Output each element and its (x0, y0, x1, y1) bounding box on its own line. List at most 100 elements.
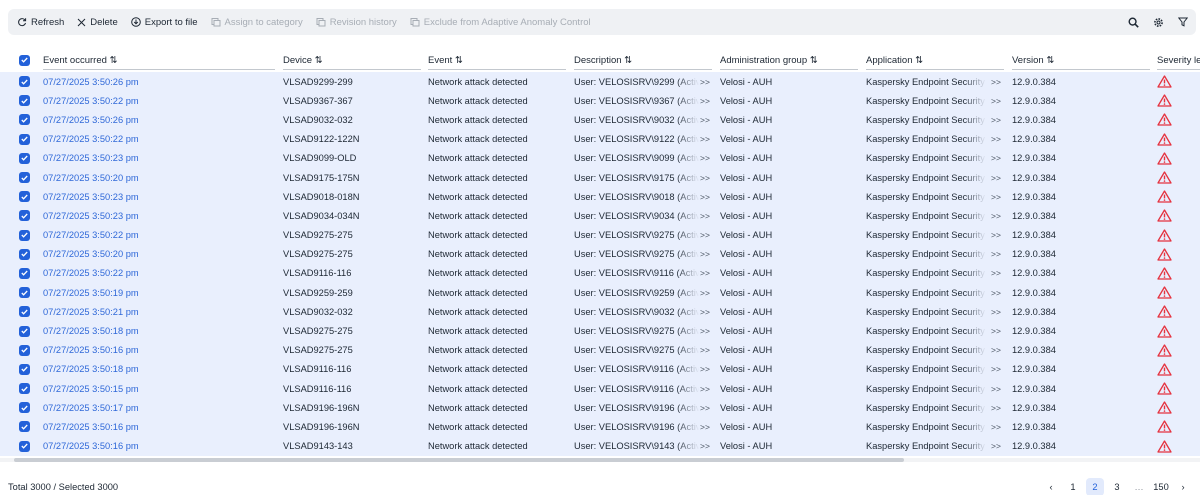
filter-icon[interactable] (1178, 17, 1188, 27)
expand-application-button[interactable]: >> (991, 417, 1005, 436)
expand-description-button[interactable]: >> (700, 187, 714, 206)
event-time-link[interactable]: 07/27/2025 3:50:16 pm (43, 341, 273, 360)
row-checkbox[interactable] (17, 417, 31, 436)
exclude-aac-button[interactable]: Exclude from Adaptive Anomaly Control (410, 17, 591, 28)
table-row[interactable]: 07/27/2025 3:50:22 pm VLSAD9367-367 Networ… (0, 91, 1200, 111)
event-time-link[interactable]: 07/27/2025 3:50:23 pm (43, 206, 273, 225)
expand-application-button[interactable]: >> (991, 245, 1005, 264)
prev-page-button[interactable]: ‹ (1042, 478, 1060, 495)
expand-application-button[interactable]: >> (991, 321, 1005, 340)
expand-description-button[interactable]: >> (700, 398, 714, 417)
expand-description-button[interactable]: >> (700, 379, 714, 398)
expand-description-button[interactable]: >> (700, 437, 714, 456)
page-1[interactable]: 1 (1064, 478, 1082, 495)
search-icon[interactable] (1128, 16, 1139, 28)
next-page-button[interactable]: › (1174, 478, 1192, 495)
expand-description-button[interactable]: >> (700, 226, 714, 245)
table-row[interactable]: 07/27/2025 3:50:17 pm VLSAD9196-196N Netwo… (0, 398, 1200, 418)
expand-description-button[interactable]: >> (700, 302, 714, 321)
row-checkbox[interactable] (17, 187, 31, 206)
expand-description-button[interactable]: >> (700, 264, 714, 283)
table-row[interactable]: 07/27/2025 3:50:16 pm VLSAD9143-143 Networ… (0, 436, 1200, 456)
event-time-link[interactable]: 07/27/2025 3:50:26 pm (43, 110, 273, 129)
table-row[interactable]: 07/27/2025 3:50:26 pm VLSAD9032-032 Networ… (0, 110, 1200, 130)
expand-application-button[interactable]: >> (991, 226, 1005, 245)
row-checkbox[interactable] (17, 168, 31, 187)
page-3[interactable]: 3 (1108, 478, 1126, 495)
event-time-link[interactable]: 07/27/2025 3:50:17 pm (43, 398, 273, 417)
expand-description-button[interactable]: >> (700, 206, 714, 225)
row-checkbox[interactable] (17, 226, 31, 245)
row-checkbox[interactable] (17, 72, 31, 91)
table-row[interactable]: 07/27/2025 3:50:23 pm VLSAD9034-034N Netwo… (0, 206, 1200, 226)
expand-application-button[interactable]: >> (991, 110, 1005, 129)
page-150[interactable]: 150 (1152, 478, 1170, 495)
table-row[interactable]: 07/27/2025 3:50:23 pm VLSAD9099-OLD Networ… (0, 148, 1200, 168)
expand-application-button[interactable]: >> (991, 206, 1005, 225)
event-time-link[interactable]: 07/27/2025 3:50:22 pm (43, 226, 273, 245)
expand-description-button[interactable]: >> (700, 91, 714, 110)
expand-application-button[interactable]: >> (991, 264, 1005, 283)
expand-description-button[interactable]: >> (700, 130, 714, 149)
row-checkbox[interactable] (17, 398, 31, 417)
expand-application-button[interactable]: >> (991, 379, 1005, 398)
event-time-link[interactable]: 07/27/2025 3:50:20 pm (43, 245, 273, 264)
expand-application-button[interactable]: >> (991, 341, 1005, 360)
table-row[interactable]: 07/27/2025 3:50:22 pm VLSAD9122-122N Netwo… (0, 129, 1200, 149)
export-button[interactable]: Export to file (130, 17, 198, 28)
expand-application-button[interactable]: >> (991, 437, 1005, 456)
table-row[interactable]: 07/27/2025 3:50:22 pm VLSAD9116-116 Networ… (0, 263, 1200, 284)
table-row[interactable]: 07/27/2025 3:50:26 pm VLSAD9299-299 Networ… (0, 72, 1200, 92)
table-row[interactable]: 07/27/2025 3:50:22 pm VLSAD9275-275 Networ… (0, 225, 1200, 245)
event-time-link[interactable]: 07/27/2025 3:50:22 pm (43, 130, 273, 149)
row-checkbox[interactable] (17, 110, 31, 129)
event-time-link[interactable]: 07/27/2025 3:50:23 pm (43, 149, 273, 168)
expand-application-button[interactable]: >> (991, 72, 1005, 91)
table-row[interactable]: 07/27/2025 3:50:15 pm VLSAD9116-116 Networ… (0, 379, 1200, 399)
event-time-link[interactable]: 07/27/2025 3:50:16 pm (43, 437, 273, 456)
expand-application-button[interactable]: >> (991, 302, 1005, 321)
row-checkbox[interactable] (17, 264, 31, 283)
row-checkbox[interactable] (17, 130, 31, 149)
row-checkbox[interactable] (17, 379, 31, 398)
scrollbar-thumb[interactable] (14, 458, 904, 462)
row-checkbox[interactable] (17, 149, 31, 168)
expand-application-button[interactable]: >> (991, 149, 1005, 168)
event-time-link[interactable]: 07/27/2025 3:50:22 pm (43, 264, 273, 283)
event-time-link[interactable]: 07/27/2025 3:50:22 pm (43, 91, 273, 110)
row-checkbox[interactable] (17, 206, 31, 225)
row-checkbox[interactable] (17, 341, 31, 360)
refresh-button[interactable]: Refresh (17, 17, 64, 28)
row-checkbox[interactable] (17, 360, 31, 379)
expand-application-button[interactable]: >> (991, 130, 1005, 149)
row-checkbox[interactable] (17, 283, 31, 302)
expand-application-button[interactable]: >> (991, 187, 1005, 206)
table-row[interactable]: 07/27/2025 3:50:21 pm VLSAD9032-032 Networ… (0, 302, 1200, 322)
row-checkbox[interactable] (17, 302, 31, 321)
table-row[interactable]: 07/27/2025 3:50:16 pm VLSAD9196-196N Netwo… (0, 417, 1200, 437)
assign-category-button[interactable]: Assign to category (211, 17, 303, 28)
expand-description-button[interactable]: >> (700, 149, 714, 168)
event-time-link[interactable]: 07/27/2025 3:50:26 pm (43, 72, 273, 91)
row-checkbox[interactable] (17, 91, 31, 110)
event-time-link[interactable]: 07/27/2025 3:50:15 pm (43, 379, 273, 398)
row-checkbox[interactable] (17, 321, 31, 340)
table-row[interactable]: 07/27/2025 3:50:20 pm VLSAD9275-275 Networ… (0, 244, 1200, 264)
expand-description-button[interactable]: >> (700, 341, 714, 360)
table-row[interactable]: 07/27/2025 3:50:18 pm VLSAD9116-116 Networ… (0, 359, 1200, 379)
expand-description-button[interactable]: >> (700, 283, 714, 302)
table-row[interactable]: 07/27/2025 3:50:16 pm VLSAD9275-275 Networ… (0, 340, 1200, 360)
table-row[interactable]: 07/27/2025 3:50:23 pm VLSAD9018-018N Netwo… (0, 187, 1200, 207)
expand-description-button[interactable]: >> (700, 417, 714, 436)
expand-application-button[interactable]: >> (991, 283, 1005, 302)
select-all-checkbox[interactable] (17, 48, 31, 72)
delete-button[interactable]: Delete (77, 17, 118, 28)
expand-application-button[interactable]: >> (991, 360, 1005, 379)
expand-description-button[interactable]: >> (700, 168, 714, 187)
expand-application-button[interactable]: >> (991, 91, 1005, 110)
revision-history-button[interactable]: Revision history (316, 17, 397, 28)
expand-application-button[interactable]: >> (991, 168, 1005, 187)
horizontal-scrollbar[interactable] (0, 458, 1200, 462)
table-row[interactable]: 07/27/2025 3:50:18 pm VLSAD9275-275 Networ… (0, 321, 1200, 341)
expand-description-button[interactable]: >> (700, 110, 714, 129)
